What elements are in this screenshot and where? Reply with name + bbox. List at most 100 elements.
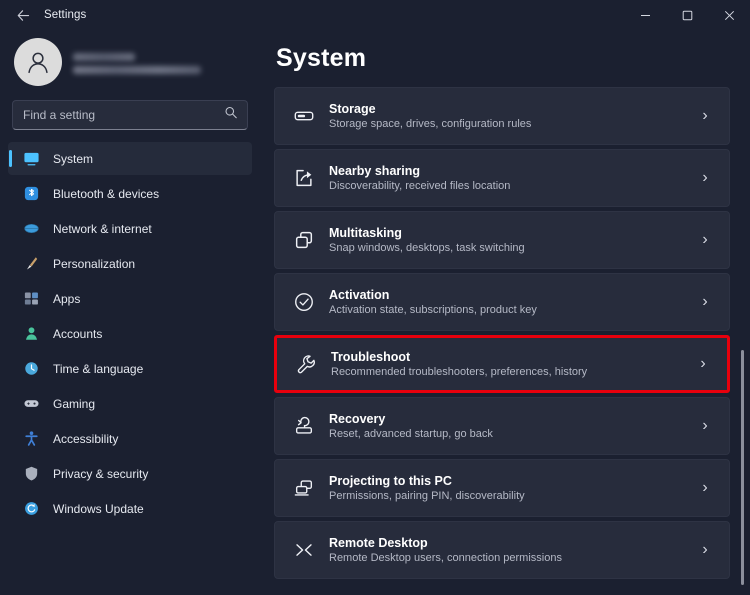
- card-text: Storage Storage space, drives, configura…: [321, 102, 695, 130]
- settings-card-multitasking[interactable]: Multitasking Snap windows, desktops, tas…: [274, 211, 730, 269]
- search-placeholder: Find a setting: [23, 108, 96, 122]
- update-refresh-icon: [23, 500, 40, 517]
- chevron-right-icon: ›: [702, 417, 708, 434]
- apps-grid-icon: [23, 290, 40, 307]
- card-description: Remote Desktop users, connection permiss…: [329, 552, 562, 564]
- sidebar-item-gaming[interactable]: Gaming: [8, 387, 252, 420]
- chevron-right-icon: ›: [702, 107, 708, 124]
- settings-card-storage[interactable]: Storage Storage space, drives, configura…: [274, 87, 730, 145]
- user-email-blurred: [73, 65, 201, 74]
- check-circle-icon: [287, 291, 321, 313]
- card-text: Remote Desktop Remote Desktop users, con…: [321, 536, 695, 564]
- chevron-right-icon: ›: [702, 479, 708, 496]
- search-icon: [224, 106, 238, 125]
- settings-card-nearby-sharing[interactable]: Nearby sharing Discoverability, received…: [274, 149, 730, 207]
- person-icon: [23, 325, 40, 342]
- back-button[interactable]: [8, 2, 38, 28]
- card-text: Troubleshoot Recommended troubleshooters…: [323, 350, 693, 378]
- minimize-icon: [640, 14, 650, 16]
- card-title: Activation: [329, 288, 390, 302]
- chevron-right-icon: ›: [702, 293, 708, 310]
- share-icon: [287, 167, 321, 189]
- card-description: Discoverability, received files location: [329, 180, 511, 192]
- settings-card-projecting-to-this-pc[interactable]: Projecting to this PC Permissions, pairi…: [274, 459, 730, 517]
- maximize-button[interactable]: [666, 0, 708, 30]
- avatar: [14, 38, 62, 86]
- vertical-scrollbar[interactable]: [738, 60, 748, 595]
- accessibility-icon: [23, 430, 40, 447]
- shield-icon: [23, 465, 40, 482]
- window-title: Settings: [44, 9, 87, 21]
- sidebar-item-apps[interactable]: Apps: [8, 282, 252, 315]
- search-input[interactable]: Find a setting: [12, 100, 248, 130]
- user-name-blurred: [73, 52, 135, 61]
- gamepad-icon: [23, 395, 40, 412]
- wrench-icon: [289, 353, 323, 375]
- sidebar-item-label: Windows Update: [53, 501, 144, 516]
- user-identity: [73, 51, 201, 74]
- paintbrush-icon: [23, 255, 40, 272]
- sidebar: Find a setting System Bluetooth & device…: [0, 30, 260, 595]
- chevron-right-icon: ›: [702, 231, 708, 248]
- card-description: Recommended troubleshooters, preferences…: [331, 366, 588, 378]
- projecting-icon: [287, 477, 321, 499]
- bluetooth-icon: [23, 185, 40, 202]
- card-title: Projecting to this PC: [329, 474, 452, 488]
- card-title: Multitasking: [329, 226, 402, 240]
- settings-card-remote-desktop[interactable]: Remote Desktop Remote Desktop users, con…: [274, 521, 730, 579]
- sidebar-item-time-language[interactable]: Time & language: [8, 352, 252, 385]
- sidebar-item-label: Apps: [53, 291, 81, 306]
- card-title: Remote Desktop: [329, 536, 428, 550]
- card-title: Storage: [329, 102, 376, 116]
- sidebar-item-label: Gaming: [53, 396, 96, 411]
- settings-card-recovery[interactable]: Recovery Reset, advanced startup, go bac…: [274, 397, 730, 455]
- sidebar-item-accessibility[interactable]: Accessibility: [8, 422, 252, 455]
- sidebar-item-label: Bluetooth & devices: [53, 186, 160, 201]
- card-description: Storage space, drives, configuration rul…: [329, 118, 532, 130]
- multitasking-windows-icon: [287, 229, 321, 251]
- globe-icon: [23, 220, 40, 237]
- card-text: Multitasking Snap windows, desktops, tas…: [321, 226, 695, 254]
- sidebar-item-system[interactable]: System: [8, 142, 252, 175]
- close-button[interactable]: [708, 0, 750, 30]
- sidebar-item-label: System: [53, 151, 94, 166]
- sidebar-nav: System Bluetooth & devices Network & int…: [8, 142, 252, 527]
- clock-icon: [23, 360, 40, 377]
- recovery-icon: [287, 415, 321, 437]
- settings-card-activation[interactable]: Activation Activation state, subscriptio…: [274, 273, 730, 331]
- card-title: Nearby sharing: [329, 164, 421, 178]
- chevron-right-icon: ›: [700, 355, 706, 372]
- scrollbar-thumb[interactable]: [741, 350, 744, 585]
- card-title: Troubleshoot: [331, 350, 411, 364]
- user-profile[interactable]: [8, 30, 252, 96]
- card-description: Snap windows, desktops, task switching: [329, 242, 525, 254]
- window-controls: [624, 0, 750, 30]
- sidebar-item-accounts[interactable]: Accounts: [8, 317, 252, 350]
- card-description: Activation state, subscriptions, product…: [329, 304, 537, 316]
- card-text: Projecting to this PC Permissions, pairi…: [321, 474, 695, 502]
- sidebar-item-network-internet[interactable]: Network & internet: [8, 212, 252, 245]
- maximize-icon: [682, 10, 692, 20]
- sidebar-item-label: Privacy & security: [53, 466, 149, 481]
- chevron-right-icon: ›: [702, 169, 708, 186]
- card-title: Recovery: [329, 412, 386, 426]
- settings-window: Settings Find a setting System Bluetooth…: [0, 0, 750, 595]
- minimize-button[interactable]: [624, 0, 666, 30]
- sidebar-item-personalization[interactable]: Personalization: [8, 247, 252, 280]
- sidebar-item-bluetooth-devices[interactable]: Bluetooth & devices: [8, 177, 252, 210]
- card-text: Recovery Reset, advanced startup, go bac…: [321, 412, 695, 440]
- sidebar-item-privacy-security[interactable]: Privacy & security: [8, 457, 252, 490]
- sidebar-item-label: Accessibility: [53, 431, 119, 446]
- sidebar-item-label: Accounts: [53, 326, 103, 341]
- card-text: Nearby sharing Discoverability, received…: [321, 164, 695, 192]
- settings-card-troubleshoot[interactable]: Troubleshoot Recommended troubleshooters…: [274, 335, 730, 393]
- close-icon: [724, 10, 734, 20]
- storage-drive-icon: [287, 105, 321, 127]
- sidebar-item-label: Personalization: [53, 256, 136, 271]
- window-body: Find a setting System Bluetooth & device…: [0, 30, 750, 595]
- sidebar-item-windows-update[interactable]: Windows Update: [8, 492, 252, 525]
- remote-desktop-icon: [287, 539, 321, 561]
- sidebar-item-label: Time & language: [53, 361, 144, 376]
- title-bar: Settings: [0, 0, 750, 30]
- monitor-icon: [23, 150, 40, 167]
